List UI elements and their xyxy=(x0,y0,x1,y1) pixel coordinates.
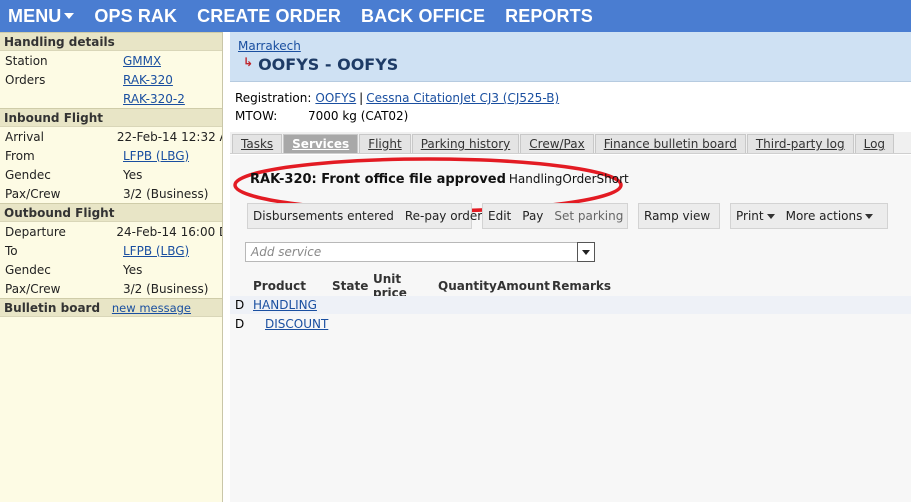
tab-crew-pax[interactable]: Crew/Pax xyxy=(520,134,594,153)
new-message-link[interactable]: new message xyxy=(112,301,191,315)
add-service-input[interactable]: Add service xyxy=(245,242,595,262)
inbound-paxcrew-row: Pax/Crew 3/2 (Business) xyxy=(0,184,222,203)
add-service-dropdown-button[interactable] xyxy=(577,242,595,262)
orders-row: Orders RAK-320 xyxy=(0,70,222,89)
aircraft-type-link[interactable]: Cessna CitationJet CJ3 (CJ525-B) xyxy=(366,91,559,105)
station-row: Station GMMX xyxy=(0,51,222,70)
row-flag: D xyxy=(235,298,245,312)
row-flag: D xyxy=(235,317,245,331)
city-link[interactable]: Marrakech xyxy=(238,39,301,53)
tab-services[interactable]: Services xyxy=(283,134,359,153)
to-airport-link[interactable]: LFPB (LBG) xyxy=(123,244,189,258)
chevron-down-icon xyxy=(766,214,775,219)
more-actions-button[interactable]: More actions xyxy=(786,209,874,223)
ramp-view-group: Ramp view xyxy=(638,203,720,229)
column-header-quantity: Quantity xyxy=(438,279,497,293)
page-title: ↳ OOFYS - OOFYS xyxy=(243,54,399,75)
nav-create-order[interactable]: CREATE ORDER xyxy=(197,6,341,27)
order-header: Marrakech ↳ OOFYS - OOFYS xyxy=(230,32,911,82)
outbound-gendec-row: Gendec Yes xyxy=(0,260,222,279)
column-header-amount: Amount xyxy=(497,279,550,293)
orders-row-2: RAK-320-2 xyxy=(0,89,222,108)
edit-button[interactable]: Edit xyxy=(488,209,511,223)
paxcrew-label: Pax/Crew xyxy=(5,186,61,201)
menu-button[interactable]: MENU xyxy=(8,6,75,27)
column-header-remarks: Remarks xyxy=(552,279,612,293)
table-row: D DISCOUNT xyxy=(230,315,911,333)
tab-flight[interactable]: Flight xyxy=(359,134,411,153)
print-action-group: Print More actions xyxy=(730,203,888,229)
from-label: From xyxy=(5,148,35,163)
tab-tasks[interactable]: Tasks xyxy=(232,134,283,153)
services-panel: RAK-320: Front office file approved Handl… xyxy=(230,155,911,502)
arrival-value: 22-Feb-14 12:32 A xyxy=(116,129,222,144)
column-header-state: State xyxy=(332,279,369,293)
to-label: To xyxy=(5,243,18,258)
mtow-label: MTOW: xyxy=(235,109,278,123)
ramp-view-button[interactable]: Ramp view xyxy=(644,209,710,223)
table-row: D HANDLING xyxy=(230,296,911,314)
order-link[interactable]: RAK-320 xyxy=(123,73,173,87)
outbound-paxcrew-row: Pax/Crew 3/2 (Business) xyxy=(0,279,222,298)
from-row: From LFPB (LBG) xyxy=(0,146,222,165)
inbound-gendec-row: Gendec Yes xyxy=(0,165,222,184)
column-header-product: Product xyxy=(253,279,306,293)
inbound-flight-heading: Inbound Flight xyxy=(0,108,222,127)
top-nav-bar: MENU OPS RAK CREATE ORDER BACK OFFICE RE… xyxy=(0,0,911,32)
paxcrew-value: 3/2 (Business) xyxy=(123,186,209,201)
orders-label: Orders xyxy=(5,72,46,87)
bulletin-board-heading: Bulletin board new message xyxy=(0,298,222,317)
paxcrew-label: Pax/Crew xyxy=(5,281,61,296)
set-parking-button[interactable]: Set parking xyxy=(554,209,623,223)
edit-action-group: Edit Pay Set parking xyxy=(482,203,628,229)
disbursements-entered-button[interactable]: Disbursements entered xyxy=(253,209,394,223)
departure-label: Departure xyxy=(5,224,66,239)
sidebar: Handling details Station GMMX Orders RAK… xyxy=(0,32,223,502)
registration-info: Registration: OOFYS | Cessna CitationJet… xyxy=(230,82,911,131)
separator: | xyxy=(359,91,364,105)
from-airport-link[interactable]: LFPB (LBG) xyxy=(123,149,189,163)
to-row: To LFPB (LBG) xyxy=(0,241,222,260)
nav-back-office[interactable]: BACK OFFICE xyxy=(361,6,485,27)
station-label: Station xyxy=(5,53,48,68)
departure-row: Departure 24-Feb-14 16:00 D xyxy=(0,222,222,241)
gendec-label: Gendec xyxy=(5,167,51,182)
tab-parking-history[interactable]: Parking history xyxy=(411,134,520,153)
product-link[interactable]: DISCOUNT xyxy=(265,317,328,331)
return-arrow-icon: ↳ xyxy=(243,54,254,69)
order-link[interactable]: RAK-320-2 xyxy=(123,92,185,106)
disbursement-action-group: Disbursements entered Re-pay order xyxy=(247,203,482,229)
print-button[interactable]: Print xyxy=(736,209,775,223)
mtow-value: 7000 kg (CAT02) xyxy=(308,109,409,123)
nav-ops-rak[interactable]: OPS RAK xyxy=(94,6,177,27)
chevron-down-icon xyxy=(865,214,874,219)
chevron-down-icon xyxy=(64,12,75,19)
arrival-row: Arrival 22-Feb-14 12:32 A xyxy=(0,127,222,146)
pay-button[interactable]: Pay xyxy=(522,209,543,223)
tab-finance-bulletin-board[interactable]: Finance bulletin board xyxy=(594,134,746,153)
tab-log[interactable]: Log xyxy=(854,134,895,153)
main-content: Marrakech ↳ OOFYS - OOFYS Registration: … xyxy=(230,32,911,502)
arrival-label: Arrival xyxy=(5,129,44,144)
services-table-header: Product State Unit price Quantity Amount… xyxy=(230,272,911,300)
handling-details-heading: Handling details xyxy=(0,32,222,51)
gendec-value: Yes xyxy=(123,167,143,182)
status-message: RAK-320: Front office file approved Handl… xyxy=(250,172,629,187)
tab-bar: Tasks Services Flight Parking history Cr… xyxy=(230,132,911,154)
repay-order-button[interactable]: Re-pay order xyxy=(405,209,482,223)
gendec-value: Yes xyxy=(123,262,143,277)
paxcrew-value: 3/2 (Business) xyxy=(123,281,209,296)
product-link[interactable]: HANDLING xyxy=(253,298,317,312)
gendec-label: Gendec xyxy=(5,262,51,277)
chevron-down-icon xyxy=(582,249,590,255)
nav-reports[interactable]: REPORTS xyxy=(505,6,593,27)
status-short-name: HandlingOrderShort xyxy=(508,172,629,186)
station-link[interactable]: GMMX xyxy=(123,54,161,68)
outbound-flight-heading: Outbound Flight xyxy=(0,203,222,222)
departure-value: 24-Feb-14 16:00 D xyxy=(116,224,222,239)
registration-link[interactable]: OOFYS xyxy=(315,91,356,105)
registration-label: Registration: xyxy=(235,91,312,105)
tab-third-party-log[interactable]: Third-party log xyxy=(746,134,854,153)
